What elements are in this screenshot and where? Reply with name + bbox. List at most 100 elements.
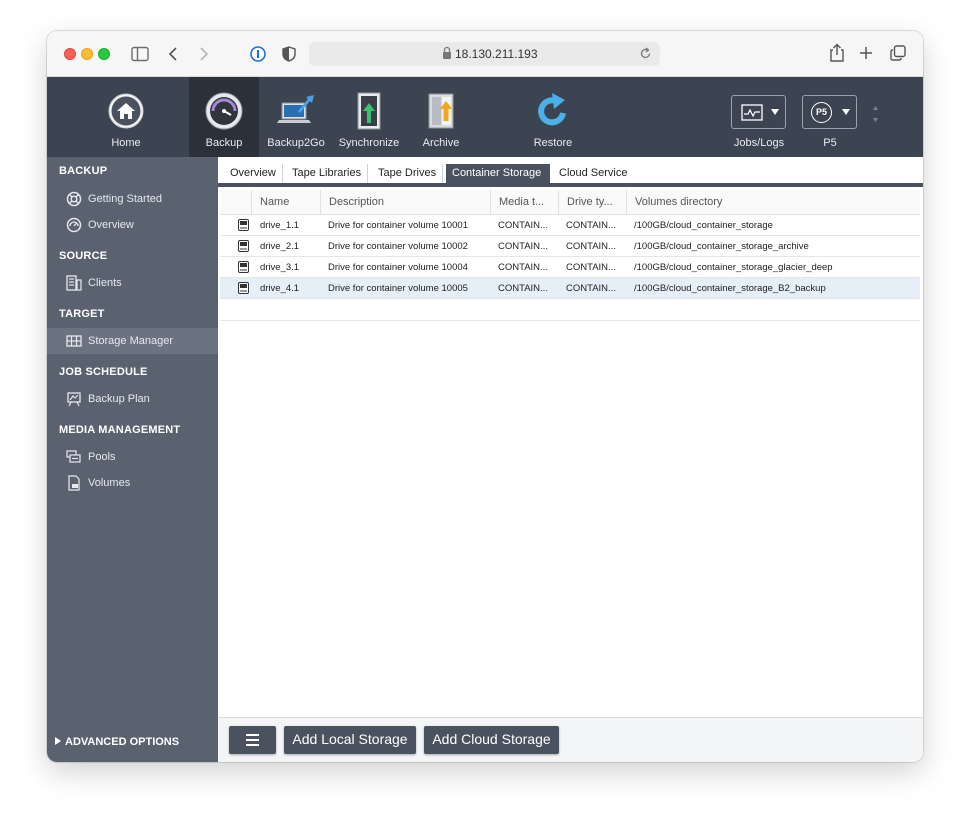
menu-button[interactable] [229,726,276,754]
drive-icon [238,240,249,252]
synchronize-tool-button[interactable]: Synchronize [335,77,403,157]
cell-media-type: CONTAIN... [498,220,548,231]
sidebar-item-clients[interactable]: Clients [47,270,218,296]
sidebar-item-label: Storage Manager [88,335,173,347]
url-text: 18.130.211.193 [455,47,538,61]
footer-toolbar: Add Local Storage Add Cloud Storage [218,717,923,762]
cell-volumes-directory: /100GB/cloud_container_storage_B2_backup [634,283,826,294]
browser-toolbar: 18.130.211.193 [47,31,923,77]
tab-cloud-service[interactable]: Cloud Service [553,164,633,183]
hamburger-menu-icon [246,734,259,736]
close-window-button[interactable] [64,48,76,60]
sidebar-item-label: Backup Plan [88,393,150,405]
forward-chevron-icon[interactable] [199,46,209,62]
column-header-media-type[interactable]: Media t... [490,190,558,215]
cell-media-type: CONTAIN... [498,241,548,252]
backup-tool-button[interactable]: Backup [189,77,259,157]
sidebar-item-label: Clients [88,277,122,289]
section-backup: BACKUP [59,165,108,177]
cell-media-type: CONTAIN... [498,283,548,294]
table-row[interactable]: drive_1.1 Drive for container volume 100… [220,215,920,236]
home-icon [108,93,144,129]
advanced-options-toggle[interactable]: ADVANCED OPTIONS [55,736,179,748]
cell-description: Drive for container volume 10005 [328,283,468,294]
section-target: TARGET [59,308,105,320]
archive-tool-button[interactable]: Archive [409,77,473,157]
minimize-window-button[interactable] [81,48,93,60]
sidebar-item-volumes[interactable]: Volumes [47,470,218,496]
back-chevron-icon[interactable] [168,46,178,62]
cell-drive-type: CONTAIN... [566,262,616,273]
column-header-volumes-directory[interactable]: Volumes directory [626,190,920,215]
sidebar-item-backup-plan[interactable]: Backup Plan [47,386,218,412]
table-header: Name Description Media t... Drive ty... … [220,190,920,215]
zoom-window-button[interactable] [98,48,110,60]
p5-label: P5 [823,137,837,149]
lifebuoy-icon [66,191,82,207]
new-tab-plus-icon[interactable] [859,46,873,60]
add-local-storage-button[interactable]: Add Local Storage [284,726,416,754]
table-row[interactable]: drive_2.1 Drive for container volume 100… [220,236,920,257]
tab-tape-libraries[interactable]: Tape Libraries [286,164,369,183]
sidebar-item-label: Overview [88,219,134,231]
chevron-down-icon [842,109,850,115]
password-manager-icon[interactable] [250,46,266,62]
browser-window: 18.130.211.193 Home Backup Backup2Go Syn… [47,31,923,762]
tab-bar: Overview Tape Libraries Tape Drives Cont… [218,157,923,187]
column-header-drive-type[interactable]: Drive ty... [558,190,626,215]
section-media-management: MEDIA MANAGEMENT [59,424,181,436]
section-source: SOURCE [59,250,108,262]
synchronize-label: Synchronize [338,137,400,149]
app-header: Home Backup Backup2Go Synchronize Archiv… [47,77,923,157]
address-bar[interactable]: 18.130.211.193 [309,42,660,66]
cell-drive-type: CONTAIN... [566,283,616,294]
tab-container-storage[interactable]: Container Storage [446,164,550,183]
sidebar-toggle-icon[interactable] [131,46,149,62]
section-job-schedule: JOB SCHEDULE [59,366,148,378]
p5-badge-icon: P5 [811,102,832,123]
sidebar-item-overview[interactable]: Overview [47,212,218,238]
column-header-description[interactable]: Description [320,190,490,215]
home-tool-button[interactable]: Home [85,77,167,157]
pools-icon [66,450,81,463]
volumes-document-icon [68,475,80,491]
cell-description: Drive for container volume 10001 [328,220,468,231]
drive-icon [238,261,249,273]
column-header-name[interactable]: Name [251,190,320,215]
privacy-shield-icon[interactable] [282,46,296,62]
backup-gauge-icon [205,92,243,130]
cell-description: Drive for container volume 10004 [328,262,468,273]
restore-tool-button[interactable]: Restore [519,77,587,157]
chevron-down-icon [771,109,779,115]
sidebar-item-label: Getting Started [88,193,162,205]
table-row[interactable]: drive_3.1 Drive for container volume 100… [220,257,920,278]
archive-label: Archive [422,137,460,149]
cell-name: drive_3.1 [260,262,300,273]
toolbar-scroll-handle-icon[interactable] [872,105,879,123]
sidebar-item-storage-manager[interactable]: Storage Manager [47,328,218,354]
table-row[interactable]: drive_4.1 Drive for container volume 100… [220,278,920,299]
tab-overview-icon[interactable] [890,45,906,61]
share-icon[interactable] [829,43,845,63]
tab-overview[interactable]: Overview [224,164,283,183]
tab-tape-drives[interactable]: Tape Drives [372,164,444,183]
cell-drive-type: CONTAIN... [566,241,616,252]
gauge-icon [66,217,82,233]
home-label: Home [111,137,141,149]
p5-dropdown[interactable]: P5 P5 [802,77,858,157]
lock-icon [443,46,451,59]
triangle-right-icon [55,737,61,745]
column-header-icon [220,190,251,215]
sidebar-item-pools[interactable]: Pools [47,444,218,470]
table-row-empty [220,299,920,321]
advanced-options-label: ADVANCED OPTIONS [65,736,180,748]
cell-volumes-directory: /100GB/cloud_container_storage_glacier_d… [634,262,833,273]
reload-icon[interactable] [639,47,652,60]
sidebar-item-getting-started[interactable]: Getting Started [47,186,218,212]
cell-name: drive_4.1 [260,283,300,294]
storage-manager-icon [66,335,82,347]
cell-volumes-directory: /100GB/cloud_container_storage_archive [634,241,809,252]
backup2go-tool-button[interactable]: Backup2Go [263,77,329,157]
add-cloud-storage-button[interactable]: Add Cloud Storage [424,726,559,754]
jobs-logs-dropdown[interactable]: Jobs/Logs [731,77,787,157]
